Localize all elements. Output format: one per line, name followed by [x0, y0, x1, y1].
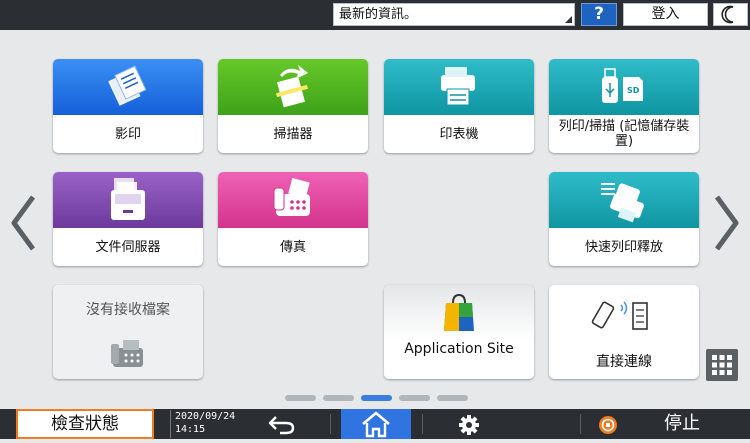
next-page-arrow[interactable]: [712, 194, 742, 252]
check-status-button[interactable]: 檢查狀態: [16, 409, 154, 439]
stop-indicator[interactable]: [596, 409, 620, 439]
fax-inbox-status: 沒有接收檔案: [86, 302, 170, 318]
app-label: 影印: [114, 126, 141, 142]
direct-connection-icon: [591, 301, 648, 330]
time-text: 14:15: [175, 424, 206, 435]
clock: 2020/09/24 14:15: [170, 410, 245, 438]
quick-print-release-icon: [601, 183, 644, 223]
page-dot: [399, 395, 430, 401]
app-quick-print-release[interactable]: 快速列印釋放: [549, 172, 699, 266]
bottom-bar: 檢查狀態 2020/09/24 14:15 停止: [0, 409, 750, 439]
previous-page-arrow[interactable]: [8, 194, 38, 252]
app-printer[interactable]: 印表機: [384, 59, 534, 153]
divider: [330, 414, 331, 434]
app-scanner[interactable]: 掃描器: [218, 59, 368, 153]
system-bar: 最新的資訊。 ? 登入: [0, 0, 750, 30]
printer-icon: [441, 67, 475, 106]
login-button[interactable]: 登入: [623, 3, 708, 26]
app-print-scan-storage[interactable]: SD 列印/掃描 (記憶儲存裝置): [549, 59, 699, 153]
fax-inbox-icon: [111, 340, 143, 367]
app-direct-connection[interactable]: 直接連線: [549, 285, 699, 379]
app-label: 快速列印釋放: [584, 239, 663, 255]
page-dot: [285, 395, 316, 401]
night-mode-button[interactable]: [713, 3, 748, 26]
moon-icon: [721, 5, 734, 24]
help-button[interactable]: ?: [581, 3, 617, 26]
chevron-right-icon: [714, 195, 739, 251]
usb-sd-icon: SD: [602, 68, 643, 103]
news-ticker[interactable]: 最新的資訊。: [333, 3, 575, 26]
app-application-site[interactable]: Application Site: [384, 285, 534, 379]
app-label: Application Site: [404, 341, 514, 357]
expand-corner-icon: [565, 16, 572, 23]
copy-icon: [108, 65, 147, 106]
gear-icon: [459, 415, 479, 435]
scanner-icon: [276, 65, 308, 108]
page-dot: [323, 395, 354, 401]
app-label: 列印/掃描 (記憶儲存裝置): [558, 119, 690, 149]
application-site-icon: [444, 293, 474, 331]
app-label: 掃描器: [273, 126, 313, 142]
date-text: 2020/09/24: [175, 411, 236, 422]
app-document-server[interactable]: 文件伺服器: [53, 172, 203, 266]
settings-button[interactable]: [455, 409, 483, 439]
home-icon: [362, 411, 390, 438]
divider: [580, 414, 581, 434]
stop-icon: [599, 416, 617, 434]
back-arrow-icon: [268, 416, 295, 435]
news-text: 最新的資訊。: [339, 7, 418, 22]
grid-icon: [712, 355, 732, 375]
stop-button[interactable]: 停止: [664, 409, 700, 439]
page-indicator: [0, 395, 750, 401]
back-button[interactable]: [262, 409, 302, 439]
document-server-icon: [111, 178, 145, 220]
app-list-button[interactable]: [706, 349, 738, 381]
svg-text:SD: SD: [627, 86, 640, 95]
chevron-left-icon: [11, 195, 36, 251]
app-fax[interactable]: 傳真: [218, 172, 368, 266]
home-button[interactable]: [341, 409, 411, 439]
app-label: 直接連線: [596, 354, 652, 370]
page-dot-active: [361, 395, 392, 401]
divider: [422, 414, 423, 434]
app-label: 文件伺服器: [95, 239, 161, 255]
app-label: 傳真: [279, 239, 306, 255]
app-label: 印表機: [439, 126, 479, 142]
app-copy[interactable]: 影印: [53, 59, 203, 153]
widget-fax-inbox[interactable]: 沒有接收檔案: [53, 285, 203, 379]
page-dot: [437, 395, 468, 401]
fax-icon: [273, 177, 310, 216]
